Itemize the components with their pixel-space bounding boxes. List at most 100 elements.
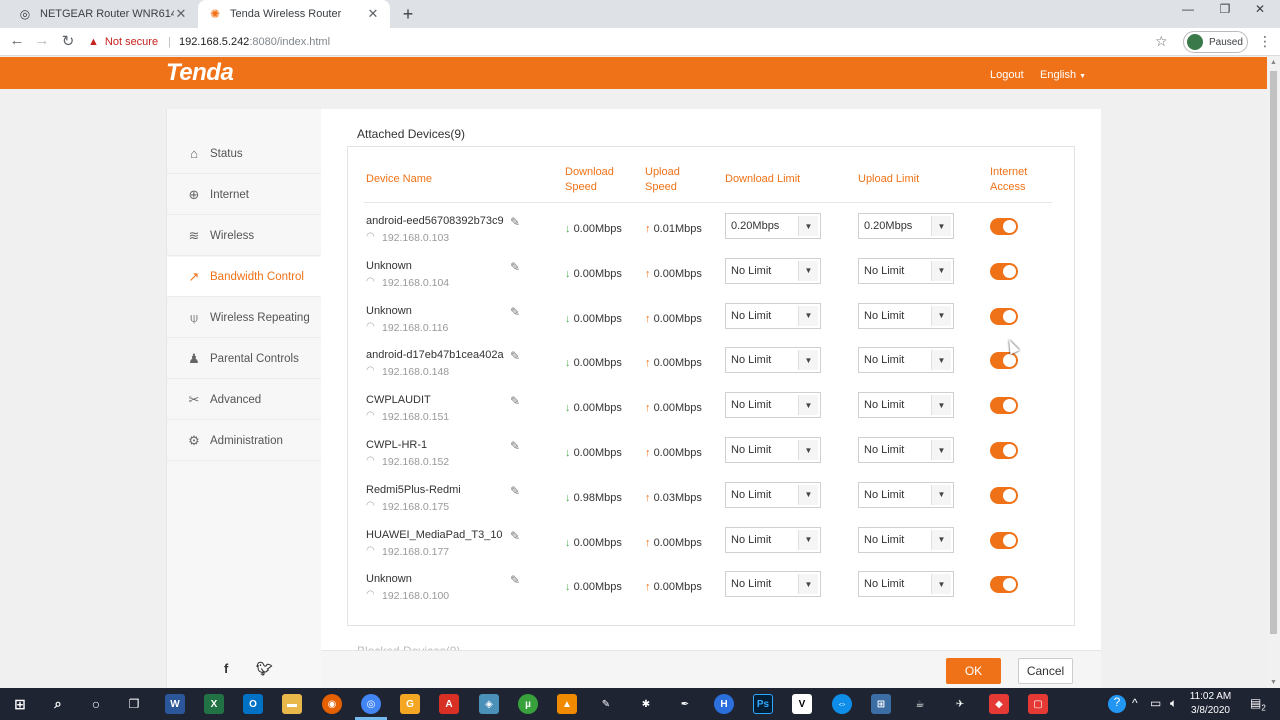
download-limit-select[interactable]: No Limit ▼ — [725, 437, 821, 463]
app-red-icon[interactable]: ▢ — [1028, 694, 1048, 714]
app-icon[interactable]: G — [400, 694, 420, 714]
edit-pencil-icon[interactable]: ✎ — [510, 439, 520, 453]
help-icon[interactable]: ? — [1108, 695, 1126, 713]
upload-limit-select[interactable]: No Limit ▼ — [858, 571, 954, 598]
caret-down-icon[interactable]: ▼ — [798, 529, 818, 550]
reload-icon[interactable]: ↻ — [58, 32, 78, 50]
tray-chevron-icon[interactable]: ^ — [1132, 696, 1138, 710]
download-limit-select[interactable]: 0.20Mbps ▼ — [725, 213, 821, 239]
caret-down-icon[interactable]: ▼ — [798, 305, 818, 326]
close-icon[interactable]: ✕ — [174, 6, 188, 22]
scroll-up-icon[interactable]: ▲ — [1267, 59, 1280, 66]
edit-pencil-icon[interactable]: ✎ — [510, 305, 520, 319]
sidebar-item-wireless-repeating[interactable]: ⍦ Wireless Repeating — [167, 298, 322, 338]
download-limit-select[interactable]: No Limit ▼ — [725, 392, 821, 419]
edit-pencil-icon[interactable]: ✎ — [510, 573, 520, 587]
caret-down-icon[interactable]: ▼ — [931, 440, 951, 460]
sidebar-item-internet[interactable]: ⊕ Internet — [167, 175, 322, 215]
cortana-icon[interactable]: ○ — [86, 694, 106, 714]
forward-icon[interactable]: → — [32, 32, 52, 49]
slack-icon[interactable]: ✱ — [636, 694, 656, 714]
firefox-icon[interactable]: ◉ — [322, 694, 342, 714]
sidebar-item-wireless[interactable]: ≋ Wireless — [167, 216, 322, 256]
tab-tenda[interactable]: ✺ Tenda Wireless Router ✕ — [198, 0, 390, 28]
minimize-icon[interactable]: — — [1173, 2, 1203, 16]
internet-access-toggle[interactable] — [990, 442, 1018, 459]
notifications-icon[interactable]: ▤2 — [1250, 696, 1266, 712]
caret-down-icon[interactable]: ▼ — [798, 440, 818, 460]
internet-access-toggle[interactable] — [990, 218, 1018, 235]
sidebar-item-advanced[interactable]: ✂ Advanced — [167, 380, 322, 420]
close-icon[interactable]: ✕ — [366, 6, 380, 22]
page-scrollbar[interactable]: ▲ ▼ — [1267, 57, 1280, 688]
cancel-button[interactable]: Cancel — [1018, 658, 1073, 684]
sidebar-item-bandwidth-control[interactable]: ↗ Bandwidth Control — [167, 257, 322, 297]
vlc-icon[interactable]: ▲ — [557, 694, 577, 714]
edit-pencil-icon[interactable]: ✎ — [510, 349, 520, 363]
internet-access-toggle[interactable] — [990, 307, 1018, 325]
download-limit-select[interactable]: No Limit ▼ — [725, 481, 821, 508]
sidebar-item-status[interactable]: ⌂ Status — [167, 134, 322, 174]
tab-netgear[interactable]: ◎ NETGEAR Router WNR614 ✕ — [8, 0, 198, 28]
caret-down-icon[interactable]: ▼ — [798, 260, 818, 281]
caret-down-icon[interactable]: ▼ — [931, 484, 951, 505]
system-clock[interactable]: 11:02 AM 3/8/2020 — [1188, 690, 1233, 718]
excel-icon[interactable]: X — [204, 694, 224, 714]
app-h-icon[interactable]: H — [714, 694, 734, 714]
windows-start-icon[interactable]: ⊞ — [10, 694, 30, 714]
download-limit-select[interactable]: No Limit ▼ — [725, 347, 821, 374]
network-app-icon[interactable]: ◈ — [479, 694, 499, 714]
internet-access-toggle[interactable] — [990, 262, 1018, 280]
upload-limit-select[interactable]: No Limit ▼ — [858, 437, 954, 463]
utorrent-icon[interactable]: µ — [518, 694, 538, 714]
satellite-icon[interactable]: ✈ — [950, 694, 970, 714]
address-bar[interactable]: ▲ Not secure | 192.168.5.242 :8080/index… — [88, 31, 1178, 53]
internet-access-toggle[interactable] — [990, 352, 1018, 370]
upload-limit-select[interactable]: No Limit ▼ — [858, 257, 954, 284]
back-icon[interactable]: ← — [7, 32, 27, 49]
file-explorer-icon[interactable]: ▬ — [282, 694, 302, 714]
caret-down-icon[interactable]: ▼ — [931, 260, 951, 281]
vnc-icon[interactable]: V — [792, 694, 812, 714]
caret-down-icon[interactable]: ▼ — [798, 574, 818, 595]
anydesk-icon[interactable]: ◆ — [989, 694, 1009, 714]
search-icon[interactable]: ⌕ — [48, 694, 68, 714]
caret-down-icon[interactable]: ▼ — [798, 350, 818, 371]
sidebar-item-administration[interactable]: ⚙ Administration — [167, 421, 322, 461]
bookmark-star-icon[interactable]: ☆ — [1155, 33, 1168, 50]
task-view-icon[interactable]: ❐ — [124, 694, 144, 714]
caret-down-icon[interactable]: ▼ — [931, 216, 951, 236]
language-select[interactable]: English ▼ — [1040, 69, 1086, 81]
internet-access-toggle[interactable] — [990, 486, 1018, 504]
new-tab-button[interactable]: + — [398, 4, 418, 25]
edit-pencil-icon[interactable]: ✎ — [510, 394, 520, 408]
caret-down-icon[interactable]: ▼ — [931, 305, 951, 326]
upload-limit-select[interactable]: No Limit ▼ — [858, 481, 954, 508]
upload-limit-select[interactable]: No Limit ▼ — [858, 347, 954, 374]
word-icon[interactable]: W — [165, 694, 185, 714]
twitter-icon[interactable]: 🐦︎ — [256, 661, 273, 677]
facebook-icon[interactable]: f — [224, 661, 228, 676]
network-icon[interactable]: ⊞ — [871, 694, 891, 714]
upload-limit-select[interactable]: No Limit ▼ — [858, 302, 954, 329]
pen-icon[interactable]: ✒ — [675, 694, 695, 714]
caret-down-icon[interactable]: ▼ — [931, 529, 951, 550]
outlook-icon[interactable]: O — [243, 694, 263, 714]
edit-pencil-icon[interactable]: ✎ — [510, 260, 520, 274]
caret-down-icon[interactable]: ▼ — [798, 395, 818, 416]
volume-icon[interactable]: 🔈︎ — [1170, 696, 1177, 711]
upload-limit-select[interactable]: No Limit ▼ — [858, 526, 954, 553]
photoshop-icon[interactable]: Ps — [753, 694, 773, 714]
caret-down-icon[interactable]: ▼ — [931, 395, 951, 416]
logout-link[interactable]: Logout — [990, 69, 1024, 81]
caret-down-icon[interactable]: ▼ — [798, 484, 818, 505]
upload-limit-select[interactable]: No Limit ▼ — [858, 392, 954, 419]
restore-icon[interactable]: ❐ — [1210, 2, 1240, 16]
ok-button[interactable]: OK — [946, 658, 1001, 684]
scroll-thumb[interactable] — [1270, 71, 1277, 634]
download-limit-select[interactable]: No Limit ▼ — [725, 526, 821, 553]
coffee-icon[interactable]: ☕ — [910, 694, 930, 714]
profile-button[interactable]: Paused — [1183, 31, 1248, 53]
internet-access-toggle[interactable] — [990, 531, 1018, 549]
download-limit-select[interactable]: No Limit ▼ — [725, 571, 821, 598]
